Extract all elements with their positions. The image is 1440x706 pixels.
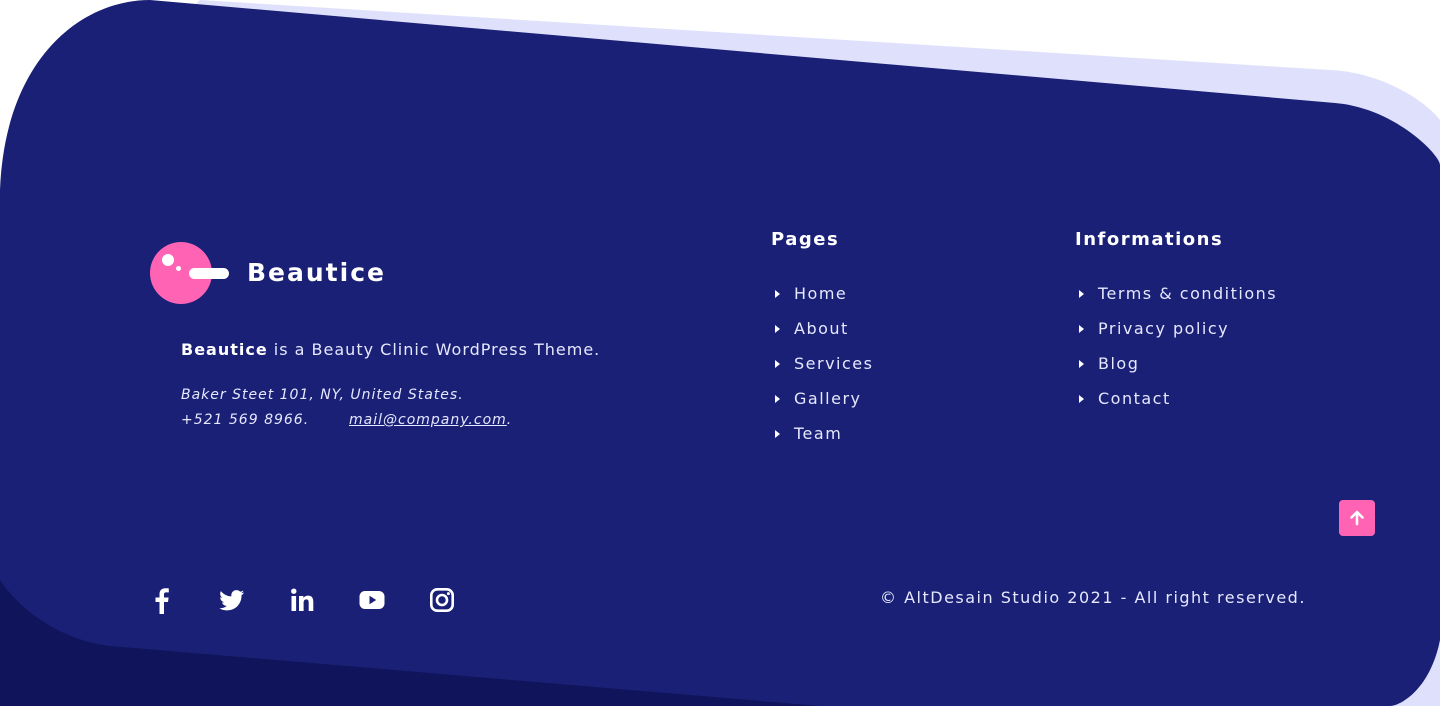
copyright-text: © AltDesain Studio 2021 - All right rese… bbox=[880, 588, 1306, 607]
tagline-brand: Beautice bbox=[181, 340, 268, 359]
twitter-icon bbox=[219, 590, 244, 611]
link-label: About bbox=[794, 319, 849, 338]
caret-right-icon bbox=[775, 394, 780, 403]
arrow-up-icon bbox=[1350, 510, 1364, 526]
info-link-contact[interactable]: Contact bbox=[1075, 381, 1277, 416]
linkedin-icon bbox=[291, 588, 314, 611]
back-to-top-button[interactable] bbox=[1339, 500, 1375, 536]
email-line: mail@company.com. bbox=[349, 410, 512, 430]
informations-title: Informations bbox=[1075, 229, 1224, 250]
twitter-link[interactable] bbox=[216, 584, 248, 616]
link-label: Gallery bbox=[794, 389, 862, 408]
link-label: Blog bbox=[1098, 354, 1140, 373]
link-label: Contact bbox=[1098, 389, 1171, 408]
caret-right-icon bbox=[1079, 324, 1084, 333]
pages-link-about[interactable]: About bbox=[771, 311, 873, 346]
caret-right-icon bbox=[1079, 394, 1084, 403]
logo-pill bbox=[189, 268, 229, 279]
brand-tagline: Beautice is a Beauty Clinic WordPress Th… bbox=[181, 339, 600, 361]
link-label: Terms & conditions bbox=[1098, 284, 1278, 303]
pages-link-home[interactable]: Home bbox=[771, 276, 873, 311]
link-label: Services bbox=[794, 354, 874, 373]
instagram-link[interactable] bbox=[426, 584, 458, 616]
facebook-link[interactable] bbox=[146, 584, 178, 616]
email-link[interactable]: mail@company.com bbox=[349, 412, 507, 428]
link-label: Home bbox=[794, 284, 848, 303]
link-label: Privacy policy bbox=[1098, 319, 1230, 338]
info-link-blog[interactable]: Blog bbox=[1075, 346, 1277, 381]
facebook-icon bbox=[155, 588, 169, 614]
info-link-terms[interactable]: Terms & conditions bbox=[1075, 276, 1277, 311]
caret-right-icon bbox=[1079, 359, 1084, 368]
address: Baker Steet 101, NY, United States. bbox=[181, 387, 464, 403]
linkedin-link[interactable] bbox=[286, 584, 318, 616]
instagram-icon bbox=[429, 587, 454, 612]
informations-list: Terms & conditions Privacy policy Blog C… bbox=[1075, 276, 1277, 416]
pages-link-gallery[interactable]: Gallery bbox=[771, 381, 873, 416]
pages-list: Home About Services Gallery Team bbox=[771, 276, 873, 451]
pages-title: Pages bbox=[771, 229, 840, 250]
logo-dot-small bbox=[176, 266, 181, 271]
caret-right-icon bbox=[775, 429, 780, 438]
caret-right-icon bbox=[775, 324, 780, 333]
caret-right-icon bbox=[1079, 289, 1084, 298]
info-link-privacy[interactable]: Privacy policy bbox=[1075, 311, 1277, 346]
youtube-link[interactable] bbox=[356, 584, 388, 616]
brand-name: Beautice bbox=[247, 258, 386, 287]
tagline-text: is a Beauty Clinic WordPress Theme. bbox=[267, 340, 601, 359]
caret-right-icon bbox=[775, 359, 780, 368]
pages-link-team[interactable]: Team bbox=[771, 416, 873, 451]
caret-right-icon bbox=[775, 289, 780, 298]
link-label: Team bbox=[794, 424, 843, 443]
email-suffix: . bbox=[506, 412, 513, 428]
youtube-icon bbox=[359, 591, 385, 609]
phone-number: +521 569 8966. bbox=[181, 412, 310, 428]
logo-dot bbox=[162, 254, 174, 266]
pages-link-services[interactable]: Services bbox=[771, 346, 873, 381]
